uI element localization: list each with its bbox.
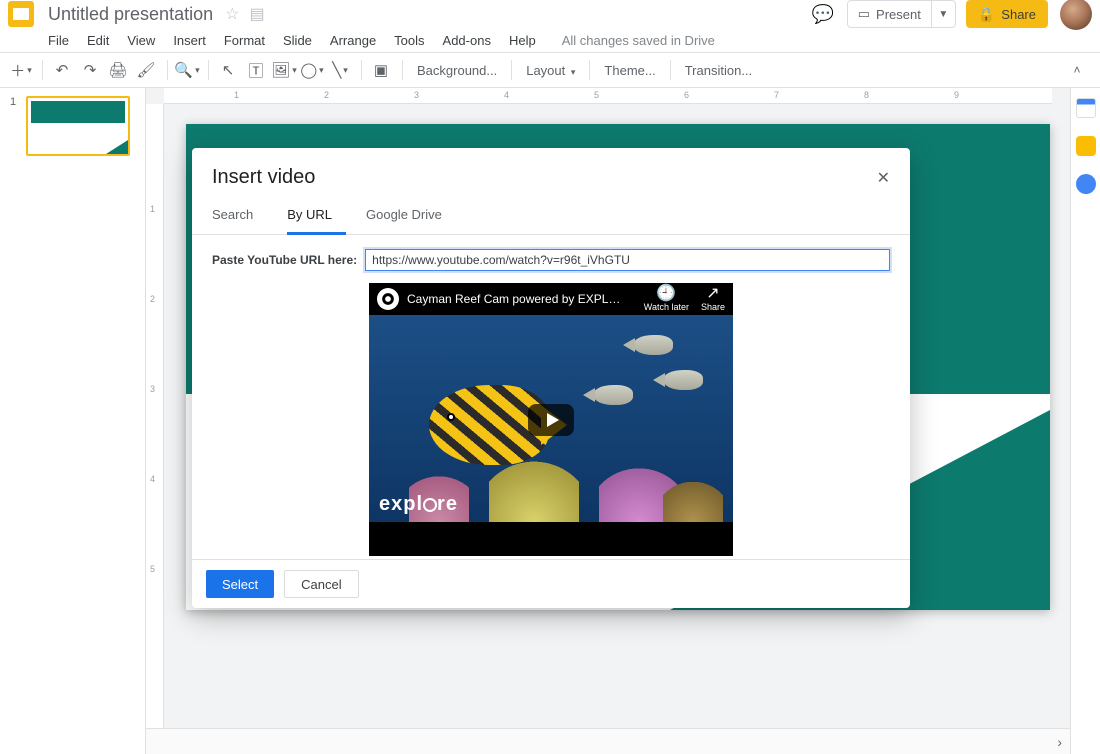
image-tool[interactable]: 🖼▾	[271, 57, 297, 83]
separator	[208, 60, 209, 80]
save-status: All changes saved in Drive	[562, 33, 715, 48]
separator	[167, 60, 168, 80]
comment-tool[interactable]: ▣	[368, 57, 394, 83]
slide-panel[interactable]: 1	[0, 88, 146, 754]
keep-icon[interactable]	[1076, 136, 1096, 156]
redo-button[interactable]: ↷	[77, 57, 103, 83]
menubar: File Edit View Insert Format Slide Arran…	[0, 28, 1100, 52]
menu-edit[interactable]: Edit	[87, 33, 109, 48]
tab-by-url[interactable]: By URL	[287, 197, 346, 235]
tasks-icon[interactable]	[1076, 174, 1096, 194]
tab-search[interactable]: Search	[212, 197, 267, 234]
explore-expand-icon[interactable]: ›	[1057, 734, 1062, 750]
video-topbar: Cayman Reef Cam powered by EXPL… 🕘Watch …	[369, 283, 733, 315]
menu-format[interactable]: Format	[224, 33, 265, 48]
play-icon[interactable]	[528, 404, 574, 436]
insert-video-dialog: Insert video ✕ Search By URL Google Driv…	[192, 148, 910, 608]
undo-button[interactable]: ↶	[49, 57, 75, 83]
textbox-tool[interactable]: 🅃	[243, 57, 269, 83]
move-folder-icon[interactable]: ▤	[249, 4, 264, 24]
toolbar: ＋▾ ↶ ↷ 🖨 🖌 🔍▾ ↖ 🅃 🖼▾ ◯▾ ╲▾ ▣ Background.…	[0, 52, 1100, 88]
lock-icon: 🔒	[978, 6, 995, 23]
separator	[402, 60, 403, 80]
account-avatar[interactable]	[1060, 0, 1092, 30]
watch-later-button[interactable]: 🕘Watch later	[644, 286, 689, 312]
comments-button[interactable]: 💬	[807, 0, 839, 30]
youtube-url-input[interactable]	[365, 249, 890, 271]
horizontal-ruler: 1 2 3 4 5 6 7 8 9	[164, 88, 1052, 104]
vertical-ruler: 1 2 3 4 5	[146, 104, 164, 754]
dialog-footer: Select Cancel	[192, 559, 910, 608]
select-button[interactable]: Select	[206, 570, 274, 598]
present-button[interactable]: ▭ Present	[847, 0, 932, 28]
present-label: Present	[876, 7, 921, 22]
zoom-button[interactable]: 🔍▾	[174, 57, 200, 83]
present-dropdown[interactable]: ▼	[932, 0, 956, 28]
menu-tools[interactable]: Tools	[394, 33, 424, 48]
separator	[42, 60, 43, 80]
star-icon[interactable]: ☆	[225, 4, 239, 24]
present-icon: ▭	[858, 6, 870, 22]
new-slide-button[interactable]: ＋▾	[8, 57, 34, 83]
menu-arrange[interactable]: Arrange	[330, 33, 376, 48]
separator	[511, 60, 512, 80]
dialog-title: Insert video	[212, 166, 877, 189]
shape-tool[interactable]: ◯▾	[299, 57, 325, 83]
separator	[361, 60, 362, 80]
video-preview[interactable]: Cayman Reef Cam powered by EXPL… 🕘Watch …	[369, 283, 733, 556]
video-title: Cayman Reef Cam powered by EXPL…	[407, 292, 632, 306]
video-brand: explre	[379, 493, 458, 516]
menu-insert[interactable]: Insert	[173, 33, 206, 48]
slide-thumbnail-1[interactable]	[26, 96, 130, 156]
menu-addons[interactable]: Add-ons	[443, 33, 491, 48]
url-label: Paste YouTube URL here:	[212, 253, 357, 267]
layout-button[interactable]: Layout ▾	[518, 63, 583, 78]
select-tool[interactable]: ↖	[215, 57, 241, 83]
separator	[589, 60, 590, 80]
background-button[interactable]: Background...	[409, 63, 505, 78]
collapse-toolbar-button[interactable]: ˄	[1064, 57, 1090, 83]
channel-avatar-icon[interactable]	[377, 288, 399, 310]
menu-view[interactable]: View	[127, 33, 155, 48]
slides-logo[interactable]	[8, 1, 34, 27]
print-button[interactable]: 🖨	[105, 57, 131, 83]
share-label: Share	[1001, 7, 1036, 22]
document-title[interactable]: Untitled presentation	[48, 4, 213, 25]
paint-format-button[interactable]: 🖌	[133, 57, 159, 83]
titlebar: Untitled presentation ☆ ▤ 💬 ▭ Present ▼ …	[0, 0, 1100, 28]
line-tool[interactable]: ╲▾	[327, 57, 353, 83]
side-panel	[1070, 88, 1100, 754]
menu-file[interactable]: File	[48, 33, 69, 48]
tab-google-drive[interactable]: Google Drive	[366, 197, 456, 234]
transition-button[interactable]: Transition...	[677, 63, 760, 78]
explore-bar: ›	[146, 728, 1070, 754]
video-share-button[interactable]: ↗Share	[701, 286, 725, 312]
theme-button[interactable]: Theme...	[596, 63, 663, 78]
slide-number: 1	[10, 96, 16, 108]
cancel-button[interactable]: Cancel	[284, 570, 358, 598]
share-button[interactable]: 🔒 Share	[966, 0, 1048, 28]
close-icon[interactable]: ✕	[877, 168, 890, 188]
menu-slide[interactable]: Slide	[283, 33, 312, 48]
dialog-tabs: Search By URL Google Drive	[192, 197, 910, 235]
menu-help[interactable]: Help	[509, 33, 536, 48]
separator	[670, 60, 671, 80]
calendar-icon[interactable]	[1076, 98, 1096, 118]
